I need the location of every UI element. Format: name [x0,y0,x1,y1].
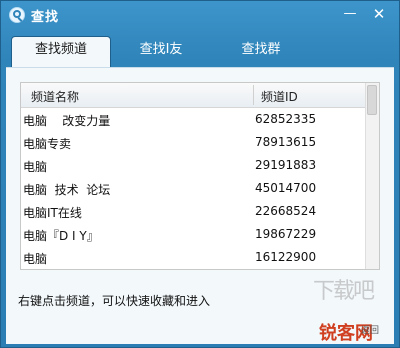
column-header-id[interactable]: 频道ID [261,88,298,105]
channel-name: 电脑IT在线 [23,206,82,220]
table-row[interactable]: 电脑专卖 78913615 [21,131,365,154]
list-header: 频道名称 频道ID [21,83,365,108]
minimize-button[interactable]: — [339,5,361,23]
table-row[interactable]: 电脑『D I Y』 19867229 [21,223,365,246]
tab-find-friend[interactable]: 查找I友 [111,37,211,65]
channel-id: 45014700 [255,181,317,195]
window-title: 查找 [31,10,60,25]
table-row[interactable]: 电脑 16122900 [21,246,365,269]
table-row[interactable]: 电脑 技术 论坛 45014700 [21,177,365,200]
help-hint: 右键点击频道，可以快速收藏和进入 [18,294,211,308]
channel-name: 电脑 技术 论坛 [23,183,111,197]
channel-id: 16122900 [255,250,317,264]
channel-id: 22668524 [255,204,317,218]
title-bar: 查找 — ✕ [1,1,399,29]
channel-name: 电脑 改变力量 [23,114,111,128]
channel-name: 电脑专卖 [23,137,72,151]
tab-find-channel[interactable]: 查找频道 [11,36,111,67]
find-window: 查找 — ✕ 查找频道 查找I友 查找群 频道名称 频道ID 电脑 改变力量 6… [0,0,400,348]
watermark-logo: 下载吧 [313,279,375,304]
channel-name: 电脑 [23,160,48,174]
column-header-name[interactable]: 频道名称 [31,88,79,105]
corner-text: 返回 [361,326,380,336]
channel-id: 78913615 [255,135,317,149]
channel-name: 电脑『D I Y』 [23,229,99,243]
search-app-icon [9,7,25,23]
column-divider[interactable] [253,85,254,105]
table-row[interactable]: 电脑IT在线 22668524 [21,200,365,223]
table-row[interactable]: 电脑 改变力量 62852335 [21,108,365,131]
tab-bar: 查找频道 查找I友 查找群 [1,33,399,67]
tab-find-group[interactable]: 查找群 [211,37,311,65]
channel-list[interactable]: 频道名称 频道ID 电脑 改变力量 62852335 电脑专卖 78913615… [20,82,380,270]
close-button[interactable]: ✕ [368,5,390,23]
channel-id: 29191883 [255,158,317,172]
vertical-scrollbar[interactable] [365,83,379,269]
channel-id: 62852335 [255,112,317,126]
table-row[interactable]: 电脑 29191883 [21,154,365,177]
channel-id: 19867229 [255,227,317,241]
channel-name: 电脑 [23,252,48,266]
scroll-thumb[interactable] [367,85,377,115]
